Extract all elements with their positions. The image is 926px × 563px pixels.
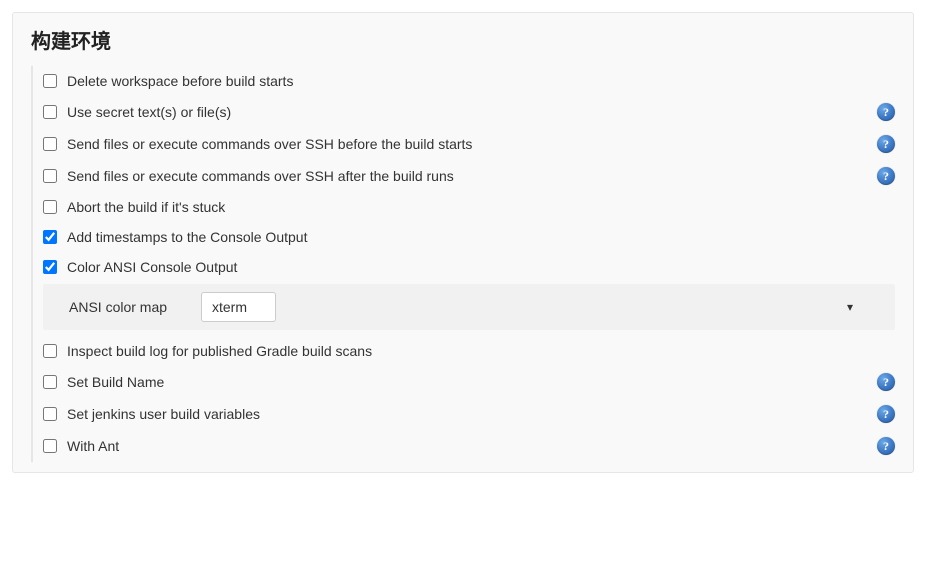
help-icon[interactable]: ? — [877, 167, 895, 185]
option-use-secret: Use secret text(s) or file(s) ? — [43, 96, 895, 128]
checkbox-inspect-gradle[interactable] — [43, 344, 57, 358]
label-with-ant: With Ant — [67, 438, 869, 454]
option-set-jenkins-vars: Set jenkins user build variables ? — [43, 398, 895, 430]
option-abort-stuck: Abort the build if it's stuck — [43, 192, 895, 222]
ansi-color-map-select-wrap: xterm — [201, 292, 863, 322]
label-set-build-name: Set Build Name — [67, 374, 869, 390]
checkbox-delete-workspace[interactable] — [43, 74, 57, 88]
label-inspect-gradle: Inspect build log for published Gradle b… — [67, 343, 895, 359]
option-add-timestamps: Add timestamps to the Console Output — [43, 222, 895, 252]
option-delete-workspace: Delete workspace before build starts — [43, 66, 895, 96]
checkbox-abort-stuck[interactable] — [43, 200, 57, 214]
checkbox-color-ansi[interactable] — [43, 260, 57, 274]
label-ssh-after: Send files or execute commands over SSH … — [67, 168, 869, 184]
option-set-build-name: Set Build Name ? — [43, 366, 895, 398]
section-title: 构建环境 — [31, 25, 895, 54]
label-abort-stuck: Abort the build if it's stuck — [67, 199, 895, 215]
label-delete-workspace: Delete workspace before build starts — [67, 73, 895, 89]
ansi-color-map-select[interactable]: xterm — [201, 292, 276, 322]
ansi-color-map-label: ANSI color map — [61, 299, 201, 315]
label-add-timestamps: Add timestamps to the Console Output — [67, 229, 895, 245]
checkbox-use-secret[interactable] — [43, 105, 57, 119]
build-environment-panel: 构建环境 Delete workspace before build start… — [12, 12, 914, 473]
label-ssh-before: Send files or execute commands over SSH … — [67, 136, 869, 152]
option-inspect-gradle: Inspect build log for published Gradle b… — [43, 336, 895, 366]
checkbox-add-timestamps[interactable] — [43, 230, 57, 244]
option-ssh-after: Send files or execute commands over SSH … — [43, 160, 895, 192]
help-icon[interactable]: ? — [877, 135, 895, 153]
checkbox-ssh-after[interactable] — [43, 169, 57, 183]
label-set-jenkins-vars: Set jenkins user build variables — [67, 406, 869, 422]
help-icon[interactable]: ? — [877, 103, 895, 121]
options-list: Delete workspace before build starts Use… — [31, 66, 895, 462]
checkbox-ssh-before[interactable] — [43, 137, 57, 151]
help-icon[interactable]: ? — [877, 405, 895, 423]
checkbox-set-build-name[interactable] — [43, 375, 57, 389]
option-with-ant: With Ant ? — [43, 430, 895, 462]
option-ssh-before: Send files or execute commands over SSH … — [43, 128, 895, 160]
label-color-ansi: Color ANSI Console Output — [67, 259, 895, 275]
label-use-secret: Use secret text(s) or file(s) — [67, 104, 869, 120]
ansi-color-map-row: ANSI color map xterm — [43, 284, 895, 330]
option-color-ansi: Color ANSI Console Output — [43, 252, 895, 282]
help-icon[interactable]: ? — [877, 373, 895, 391]
checkbox-with-ant[interactable] — [43, 439, 57, 453]
help-icon[interactable]: ? — [877, 437, 895, 455]
checkbox-set-jenkins-vars[interactable] — [43, 407, 57, 421]
